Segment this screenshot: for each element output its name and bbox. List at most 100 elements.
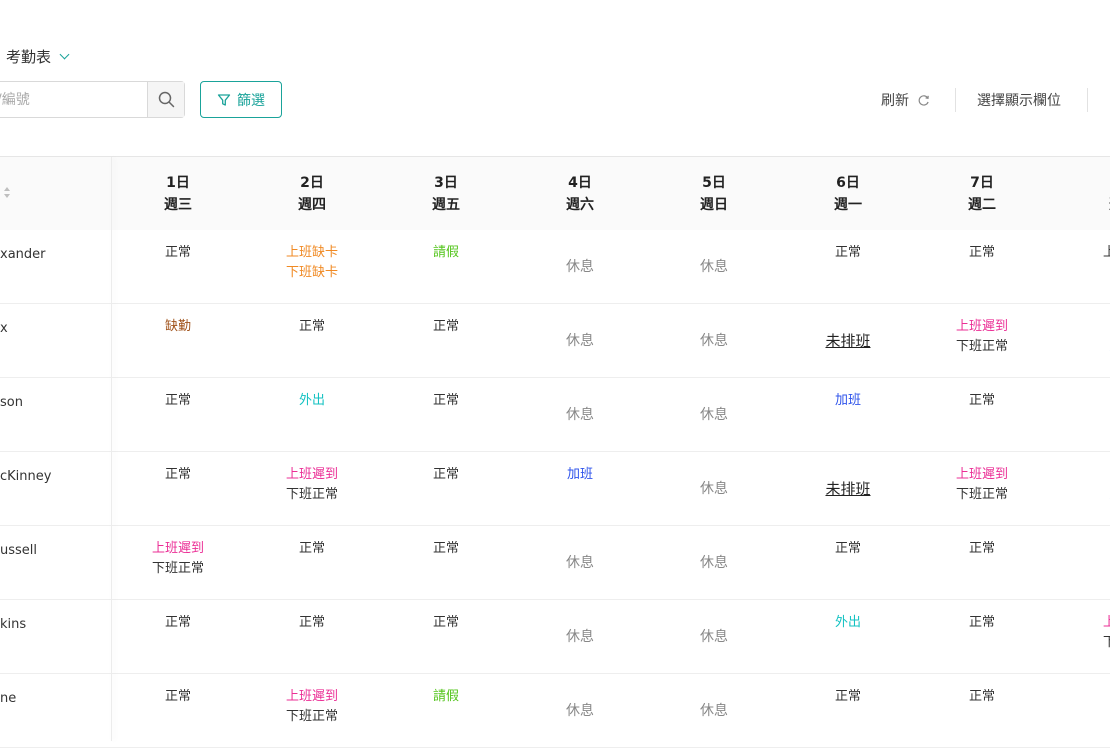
toolbar-divider <box>1087 88 1088 112</box>
attendance-cell[interactable]: 上班缺卡 下班缺卡 <box>245 243 379 283</box>
attendance-cell[interactable]: 正 <box>1049 687 1110 707</box>
attendance-cell[interactable]: 正加 <box>1049 465 1110 505</box>
table-row: xander 正常 上班缺卡下班缺卡 請假休息 休息 正常 正常 上班早 <box>0 230 1110 304</box>
attendance-cell[interactable]: 上班早 <box>1049 243 1110 283</box>
status-label: 下班缺卡 <box>285 265 338 280</box>
attendance-cell[interactable]: 休息 <box>513 627 647 647</box>
filter-button[interactable]: 篩選 <box>200 81 282 118</box>
status-label: 下班正常 <box>285 487 338 502</box>
attendance-cell[interactable]: 休息 <box>513 553 647 573</box>
attendance-cell[interactable]: 上班下班 <box>1049 613 1110 653</box>
attendance-cell[interactable]: 休息 <box>647 405 781 425</box>
attendance-cell[interactable]: 正常 <box>111 391 245 411</box>
attendance-cell[interactable]: 正常 <box>245 539 379 559</box>
status-label: 正常 <box>164 245 191 260</box>
attendance-cell[interactable]: 上班遲到 下班正常 <box>915 317 1049 357</box>
attendance-table: 1日週三2日週四3日週五4日週六5日週日6日週一7日週二8週 xander正常上… <box>0 156 1110 748</box>
day-column-header: 7日 週二 <box>915 157 1049 230</box>
attendance-cell[interactable]: 正常 <box>379 465 513 485</box>
attendance-cell[interactable]: 正常 <box>781 539 915 559</box>
search-button[interactable] <box>147 82 184 117</box>
status-label: 休息 <box>700 555 728 571</box>
attendance-cell[interactable]: 正常 <box>245 613 379 633</box>
day-label: 2日 <box>300 174 324 191</box>
attendance-cell[interactable]: 未排班 <box>781 479 915 499</box>
attendance-cell[interactable]: 外出 <box>781 613 915 633</box>
attendance-cell[interactable]: 正常 <box>379 613 513 633</box>
sheet-selector[interactable]: 考勤表 <box>6 44 70 68</box>
sort-icon[interactable] <box>3 186 11 200</box>
attendance-cell[interactable]: 正 <box>1049 391 1110 411</box>
status-label: 正常 <box>432 467 459 482</box>
attendance-cell[interactable]: 休息 <box>647 553 781 573</box>
attendance-cell[interactable]: 正常 <box>379 317 513 337</box>
attendance-cell[interactable]: 外出 <box>245 391 379 411</box>
day-column-header: 1日 週三 <box>111 157 245 230</box>
status-label: 正常 <box>164 689 191 704</box>
day-label: 5日 <box>702 174 726 191</box>
attendance-cell[interactable]: 正常 <box>915 613 1049 633</box>
attendance-cell[interactable]: 未排班 <box>781 331 915 351</box>
attendance-cell[interactable]: 休息 <box>647 479 781 499</box>
columns-button[interactable]: 選擇顯示欄位 <box>977 89 1061 111</box>
attendance-cell[interactable]: 正 <box>1049 539 1110 559</box>
status-label: 外出 <box>834 615 861 630</box>
status-label: 正常 <box>164 467 191 482</box>
status-label: 正常 <box>968 615 995 630</box>
weekday-label: 週六 <box>566 196 594 213</box>
day-label: 1日 <box>166 174 190 191</box>
attendance-cell[interactable]: 正加 <box>1049 317 1110 357</box>
search-input[interactable] <box>0 82 149 117</box>
status-label: 休息 <box>700 629 728 645</box>
attendance-cell[interactable]: 正常 <box>245 317 379 337</box>
attendance-cell[interactable]: 休息 <box>647 257 781 277</box>
attendance-cell[interactable]: 請假 <box>379 243 513 263</box>
attendance-cell[interactable]: 上班遲到 下班正常 <box>245 687 379 727</box>
attendance-cell[interactable]: 正常 <box>781 687 915 707</box>
attendance-cell[interactable]: 正常 <box>111 613 245 633</box>
attendance-cell[interactable]: 請假 <box>379 687 513 707</box>
attendance-cell[interactable]: 缺勤 <box>111 317 245 337</box>
attendance-cell[interactable]: 正常 <box>111 687 245 707</box>
status-label: 正常 <box>164 615 191 630</box>
status-label: 休息 <box>566 629 594 645</box>
attendance-cell[interactable]: 正常 <box>379 539 513 559</box>
day-column-header: 3日 週五 <box>379 157 513 230</box>
attendance-cell[interactable]: 休息 <box>647 331 781 351</box>
attendance-cell[interactable]: 休息 <box>513 257 647 277</box>
attendance-cell[interactable]: 正常 <box>111 243 245 263</box>
attendance-cell[interactable]: 加班 <box>513 465 647 485</box>
status-label: 正常 <box>834 245 861 260</box>
page-title: 考勤表 <box>6 47 52 66</box>
refresh-icon <box>918 94 929 106</box>
attendance-cell[interactable]: 休息 <box>513 701 647 721</box>
attendance-cell[interactable]: 加班 <box>781 391 915 411</box>
chevron-down-icon <box>59 49 70 59</box>
attendance-cell[interactable]: 正常 <box>915 687 1049 707</box>
status-label: 下班正常 <box>151 561 204 576</box>
status-label: 加班 <box>566 467 593 482</box>
table-row: ne 正常 上班遲到下班正常 請假休息 休息 正常 正常 正 <box>0 674 1110 748</box>
refresh-button[interactable]: 刷新 <box>881 89 930 111</box>
day-label: 3日 <box>434 174 458 191</box>
day-label: 6日 <box>836 174 860 191</box>
status-label: 下班 <box>1102 635 1110 650</box>
attendance-cell[interactable]: 正常 <box>915 539 1049 559</box>
attendance-cell[interactable]: 正常 <box>781 243 915 263</box>
name-column-header <box>0 157 112 230</box>
attendance-cell[interactable]: 休息 <box>513 331 647 351</box>
status-label: 正常 <box>432 393 459 408</box>
attendance-cell[interactable]: 正常 <box>111 465 245 485</box>
day-column-header: 4日 週六 <box>513 157 647 230</box>
attendance-cell[interactable]: 上班遲到 下班正常 <box>915 465 1049 505</box>
attendance-cell[interactable]: 休息 <box>647 627 781 647</box>
weekday-label: 週二 <box>968 196 996 213</box>
attendance-cell[interactable]: 上班遲到 下班正常 <box>111 539 245 579</box>
attendance-cell[interactable]: 休息 <box>513 405 647 425</box>
attendance-cell[interactable]: 上班遲到 下班正常 <box>245 465 379 505</box>
attendance-cell[interactable]: 正常 <box>915 243 1049 263</box>
attendance-cell[interactable]: 正常 <box>379 391 513 411</box>
status-label: 休息 <box>700 481 728 497</box>
attendance-cell[interactable]: 休息 <box>647 701 781 721</box>
attendance-cell[interactable]: 正常 <box>915 391 1049 411</box>
